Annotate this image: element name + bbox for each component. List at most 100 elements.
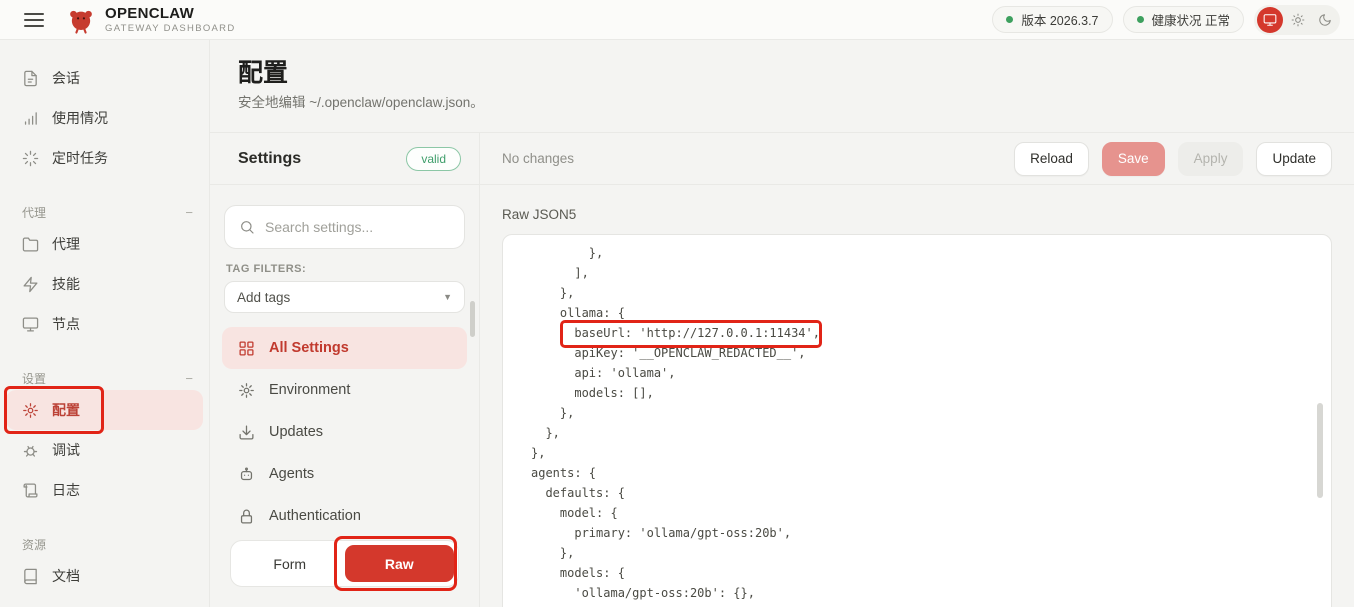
settings-search[interactable]: [224, 205, 465, 249]
download-icon: [238, 424, 255, 441]
sidebar-item-label: 代理: [52, 234, 80, 254]
theme-monitor-icon[interactable]: [1257, 7, 1283, 33]
grid-icon: [238, 340, 255, 357]
search-icon: [239, 219, 255, 235]
raw-json5-editor[interactable]: }, ], }, ollama: { baseUrl: 'http://127.…: [502, 234, 1332, 607]
sidebar-item-label: 配置: [52, 400, 80, 420]
category-label: All Settings: [269, 340, 349, 356]
page-subtitle: 安全地编辑 ~/.openclaw/openclaw.json。: [238, 94, 1354, 112]
add-tags-value: Add tags: [237, 290, 290, 305]
settings-category-all-settings[interactable]: All Settings: [222, 327, 467, 369]
apply-button[interactable]: Apply: [1178, 142, 1244, 176]
settings-category-list: All Settings Environment Updates Agents Auth…: [222, 327, 467, 530]
version-badge-label: 版本 2026.3.7: [1021, 10, 1098, 29]
search-input[interactable]: [265, 219, 450, 235]
menu-icon[interactable]: [24, 13, 44, 27]
sidebar-item-debug[interactable]: 调试: [6, 430, 203, 470]
code-line: ollama: {: [531, 303, 1331, 323]
bot-icon: [238, 466, 255, 483]
update-button[interactable]: Update: [1256, 142, 1332, 176]
openclaw-logo-icon: [66, 5, 96, 35]
collapse-icon[interactable]: −: [185, 371, 193, 386]
settings-panel: Settings valid TAG FILTERS: Add tags ▼: [210, 133, 480, 607]
chevron-down-icon: ▼: [443, 292, 452, 302]
top-bar: OPENCLAW GATEWAY DASHBOARD 版本 2026.3.7 健…: [0, 0, 1354, 40]
editor-scrollbar[interactable]: [1317, 403, 1323, 498]
category-label: Updates: [269, 424, 323, 440]
green-dot-icon: [1006, 16, 1013, 23]
sidebar-item-sessions[interactable]: 会话: [6, 58, 203, 98]
sidebar-item-docs[interactable]: 文档: [6, 556, 203, 596]
code-line: defaults: {: [531, 483, 1331, 503]
code-line: },: [531, 543, 1331, 563]
save-button[interactable]: Save: [1102, 142, 1165, 176]
sidebar: 会话使用情况定时任务代理 − 代理技能节点设置 − 配置调试日志资源文档: [0, 40, 210, 607]
raw-view-button[interactable]: Raw: [345, 545, 455, 582]
code-line: },: [531, 403, 1331, 423]
view-mode-toggle: Form Raw: [230, 540, 459, 587]
code-line: api: 'ollama',: [531, 363, 1331, 383]
sidebar-nav: 会话使用情况定时任务代理 − 代理技能节点设置 − 配置调试日志资源文档: [0, 58, 209, 596]
tag-filters-label: TAG FILTERS:: [226, 263, 463, 275]
code-line: },: [531, 243, 1331, 263]
sidebar-item-logs[interactable]: 日志: [6, 470, 203, 510]
sidebar-item-nodes[interactable]: 节点: [6, 304, 203, 344]
code-line: models: {: [531, 563, 1331, 583]
code-line: primary: 'ollama/gpt-oss:20b',: [531, 523, 1331, 543]
theme-toggle[interactable]: [1254, 5, 1340, 35]
sidebar-item-config[interactable]: 配置: [6, 390, 203, 430]
sidebar-item-label: 调试: [52, 440, 80, 460]
sidebar-item-label: 技能: [52, 274, 80, 294]
sidebar-item-skills[interactable]: 技能: [6, 264, 203, 304]
sidebar-item-label: 节点: [52, 314, 80, 334]
form-view-button[interactable]: Form: [235, 545, 345, 582]
raw-json5-label: Raw JSON5: [502, 207, 1332, 222]
gear-icon: [238, 382, 255, 399]
category-label: Authentication: [269, 508, 361, 524]
code-line: baseUrl: 'http://127.0.0.1:11434',: [531, 323, 1331, 343]
code-block: }, ], }, ollama: { baseUrl: 'http://127.…: [531, 243, 1331, 603]
sidebar-section-header: 设置 −: [22, 366, 193, 390]
sidebar-item-agents[interactable]: 代理: [6, 224, 203, 264]
sidebar-section-header: 资源: [22, 532, 193, 556]
section-title: 设置: [22, 370, 46, 387]
brand: OPENCLAW GATEWAY DASHBOARD: [105, 6, 236, 34]
section-title: 资源: [22, 536, 46, 553]
section-title: 代理: [22, 204, 46, 221]
bar-chart-icon: [22, 110, 39, 127]
sidebar-item-label: 日志: [52, 480, 80, 500]
health-badge-label: 健康状况 正常: [1152, 10, 1230, 29]
sidebar-item-label: 会话: [52, 68, 80, 88]
sidebar-item-label: 使用情况: [52, 108, 108, 128]
sidebar-item-usage[interactable]: 使用情况: [6, 98, 203, 138]
loader-icon: [22, 150, 39, 167]
health-badge: 健康状况 正常: [1123, 6, 1244, 33]
file-text-icon: [22, 70, 39, 87]
category-label: Agents: [269, 466, 314, 482]
lock-icon: [238, 508, 255, 525]
theme-moon-icon[interactable]: [1313, 8, 1337, 32]
code-line: apiKey: '__OPENCLAW_REDACTED__',: [531, 343, 1331, 363]
settings-panel-title: Settings: [238, 150, 301, 168]
green-dot-icon: [1137, 16, 1144, 23]
bug-icon: [22, 442, 39, 459]
sidebar-section-header: 代理 −: [22, 200, 193, 224]
settings-category-agents[interactable]: Agents: [222, 453, 467, 495]
sidebar-item-cron[interactable]: 定时任务: [6, 138, 203, 178]
category-label: Environment: [269, 382, 350, 398]
sidebar-item-label: 定时任务: [52, 148, 108, 168]
settings-category-authentication[interactable]: Authentication: [222, 495, 467, 530]
collapse-icon[interactable]: −: [185, 205, 193, 220]
code-line: },: [531, 283, 1331, 303]
add-tags-select[interactable]: Add tags ▼: [224, 281, 465, 313]
settings-category-updates[interactable]: Updates: [222, 411, 467, 453]
theme-sun-icon[interactable]: [1286, 8, 1310, 32]
reload-button[interactable]: Reload: [1014, 142, 1089, 176]
code-line: model: {: [531, 503, 1331, 523]
settings-list-scrollbar[interactable]: [470, 301, 475, 337]
config-editor: No changes Reload Save Apply Update Raw …: [480, 133, 1354, 607]
settings-category-environment[interactable]: Environment: [222, 369, 467, 411]
page-title: 配置: [238, 56, 1354, 90]
code-line: ],: [531, 263, 1331, 283]
zap-icon: [22, 276, 39, 293]
